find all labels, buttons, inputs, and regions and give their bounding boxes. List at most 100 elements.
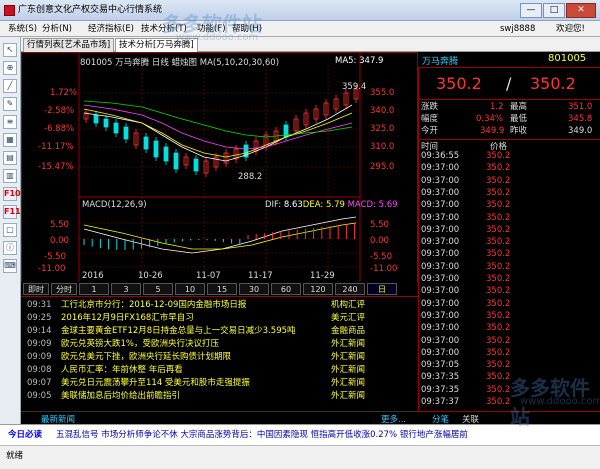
app-icon bbox=[4, 5, 15, 16]
stat-label: 今开 bbox=[421, 126, 439, 136]
period-tab-day[interactable]: 日 bbox=[367, 283, 397, 295]
news-row[interactable]: 09:07 美元兑日元震荡攀升至114 受美元和股市走强提振 外汇新闻 bbox=[27, 377, 417, 389]
window-title: 广东创意文化产权交易中心行情系统 bbox=[18, 5, 163, 15]
stat-label: 最低 bbox=[510, 114, 528, 124]
date-tick: 11-29 bbox=[310, 271, 335, 281]
line-icon[interactable]: ╱ bbox=[3, 79, 17, 93]
period-tab-120[interactable]: 120 bbox=[303, 283, 333, 295]
pct-tick: -6.88% bbox=[44, 124, 75, 134]
news-row[interactable]: 09:31 工行北京市分行：2016-12-09国内金融市场日报 机构汇评 bbox=[27, 299, 417, 311]
stats-row: 今开 349.9 昨收 349.0 bbox=[418, 125, 600, 137]
tick-time: 09:37:37 bbox=[421, 397, 460, 407]
news-source: 金融商品 bbox=[331, 326, 366, 336]
news-row[interactable]: 09:08 人民币汇率：年前休整 年后再看 外汇新闻 bbox=[27, 364, 417, 376]
news-headline[interactable]: 2016年12月9日FX168汇市早自习 bbox=[61, 312, 194, 324]
macd-tick: -11.00 bbox=[38, 264, 66, 274]
period-tab-60[interactable]: 60 bbox=[271, 283, 301, 295]
menu-analysis[interactable]: 分析(N) bbox=[42, 21, 72, 37]
tick-price: 350.2 bbox=[486, 175, 511, 186]
tab-market-list[interactable]: 行情列表[艺术品市场] bbox=[23, 38, 115, 52]
tick-row: 09:37:00 350.2 bbox=[418, 212, 600, 224]
doc-icon[interactable]: ▢ bbox=[3, 223, 17, 237]
ticker-text[interactable]: 五混乱信号 市场分析师争论不休 大宗商品涨势背后：中国因素隐现 恒指高开低收涨0… bbox=[56, 425, 468, 446]
keyboard-icon[interactable]: ⌨ bbox=[3, 259, 17, 273]
tick-time: 09:37:00 bbox=[421, 335, 460, 346]
chart-header: 801005 万马奔腾 日线 蜡烛图 MA(5,10,20,30,60) bbox=[80, 58, 280, 68]
stat-label: 涨跌 bbox=[421, 102, 439, 112]
maximize-button[interactable]: □ bbox=[543, 3, 565, 18]
news-headline[interactable]: 金球主要黄金ETF12月8日持金总量与上一交易日减少3.595吨 bbox=[61, 325, 296, 337]
dif-readout: DIF: 8.63DEA: 5.79 MACD: 5.69 bbox=[265, 200, 398, 210]
tick-row: 09:37:00 350.2 bbox=[418, 248, 600, 260]
news-headline[interactable]: 欧元兑英镑大跌1%，受欧洲央行决议打压 bbox=[61, 338, 219, 350]
period-tab-10[interactable]: 10 bbox=[175, 283, 205, 295]
news-headline[interactable]: 工行北京市分行：2016-12-09国内金融市场日报 bbox=[61, 299, 246, 311]
title-bar: 广东创意文化产权交易中心行情系统 bbox=[0, 0, 600, 21]
period-tab-intraday[interactable]: 分时 bbox=[51, 283, 77, 295]
dea-label: DEA: bbox=[302, 200, 326, 210]
stat-value: 1.2 bbox=[490, 102, 504, 112]
stat-value: 351.0 bbox=[568, 102, 593, 112]
tab-bar: 行情列表[艺术品市场] 技术分析[万马奔腾] bbox=[21, 37, 600, 52]
username: swj8888 bbox=[500, 24, 536, 34]
period-tab-5[interactable]: 5 bbox=[143, 283, 173, 295]
news-headline[interactable]: 欧元兑美元下挫，欧洲央行延长购债计划期限 bbox=[61, 351, 231, 363]
period-tab-30[interactable]: 30 bbox=[239, 283, 269, 295]
news-headline[interactable]: 人民币汇率：年前休整 年后再看 bbox=[61, 364, 183, 376]
cursor-icon[interactable]: ↖ bbox=[3, 43, 17, 57]
menu-system[interactable]: 系统(S) bbox=[8, 21, 37, 37]
chart-icon[interactable]: ▤ bbox=[3, 151, 17, 165]
minimize-button[interactable]: — bbox=[520, 3, 542, 18]
news-time: 09:09 bbox=[27, 339, 52, 349]
period-tab-15[interactable]: 15 bbox=[207, 283, 237, 295]
news-row[interactable]: 09:25 2016年12月9日FX168汇市早自习 美元汇评 bbox=[27, 312, 417, 324]
instrument-name: 万马奔腾 bbox=[422, 57, 459, 67]
period-tab-realtime[interactable]: 即时 bbox=[23, 283, 49, 295]
news-footer: 最新新闻 更多... bbox=[21, 411, 418, 425]
price-tick: 340.0 bbox=[370, 106, 395, 116]
date-tick: 11-17 bbox=[248, 271, 273, 281]
menu-bar: 系统(S) 分析(N) 经济指标(E) 技术分析(T) 功能(F) 帮助(H) … bbox=[0, 21, 600, 37]
menu-economic[interactable]: 经济指标(E) bbox=[88, 21, 134, 37]
tick-price: 350.2 bbox=[486, 151, 511, 161]
news-source: 外汇新闻 bbox=[331, 391, 366, 401]
period-tab-1[interactable]: 1 bbox=[79, 283, 109, 295]
close-button[interactable]: ✕ bbox=[566, 3, 596, 18]
period-tab-240[interactable]: 240 bbox=[335, 283, 365, 295]
news-row[interactable]: 09:14 金球主要黄金ETF12月8日持金总量与上一交易日减少3.595吨 金融商… bbox=[27, 325, 417, 337]
grid-icon[interactable]: ▦ bbox=[3, 133, 17, 147]
period-tab-3[interactable]: 3 bbox=[111, 283, 141, 295]
tick-row: 09:37:00 350.2 bbox=[418, 322, 600, 334]
macd-value: 5.69 bbox=[378, 200, 398, 210]
list-icon[interactable]: ≡ bbox=[3, 115, 17, 129]
news-headline[interactable]: 美元兑日元震荡攀升至114 受美元和股市走强提振 bbox=[61, 377, 250, 389]
tick-row: 09:37:00 350.2 bbox=[418, 261, 600, 273]
tick-price: 350.2 bbox=[486, 261, 511, 272]
news-row[interactable]: 09:05 美联储加息后均价给出前瞻指引 外汇新闻 bbox=[27, 390, 417, 402]
chart-icon[interactable]: ▥ bbox=[3, 169, 17, 183]
candle bbox=[163, 146, 169, 162]
news-row[interactable]: 09:09 欧元兑美元下挫，欧洲央行延长购债计划期限 外汇新闻 bbox=[27, 351, 417, 363]
tick-row: 09:37:00 350.2 bbox=[418, 273, 600, 285]
news-time: 09:07 bbox=[27, 378, 52, 388]
tick-list[interactable]: 09:36:55 350.2 09:37:00 350.2 09:37:00 350.2 0… bbox=[418, 150, 600, 408]
tick-time: 09:37:00 bbox=[421, 163, 460, 174]
pen-icon[interactable]: ✎ bbox=[3, 97, 17, 111]
F11-icon[interactable]: F11 bbox=[3, 205, 21, 219]
news-time: 09:25 bbox=[27, 313, 52, 323]
price-display: 350.2 / 350.2 bbox=[418, 70, 600, 100]
dea-value: 5.79 bbox=[325, 200, 345, 210]
tick-row: 09:37:00 350.2 bbox=[418, 347, 600, 359]
news-row[interactable]: 09:09 欧元兑英镑大跌1%，受欧洲央行决议打压 外汇新闻 bbox=[27, 338, 417, 350]
F10-icon[interactable]: F10 bbox=[3, 187, 21, 201]
info-icon[interactable]: ⓘ bbox=[3, 241, 17, 255]
stat-value: 0.34% bbox=[476, 114, 504, 124]
stat-label: 昨收 bbox=[510, 126, 528, 136]
news-headline[interactable]: 美联储加息后均价给出前瞻指引 bbox=[61, 390, 180, 402]
candle bbox=[93, 114, 99, 124]
candle bbox=[123, 126, 129, 140]
watermark-url: www.ddooo.com bbox=[176, 32, 259, 43]
stat-value: 349.0 bbox=[568, 126, 593, 136]
zoom-icon[interactable]: ⊕ bbox=[3, 61, 17, 75]
ma5-value: MA5: 347.9 bbox=[335, 56, 384, 66]
